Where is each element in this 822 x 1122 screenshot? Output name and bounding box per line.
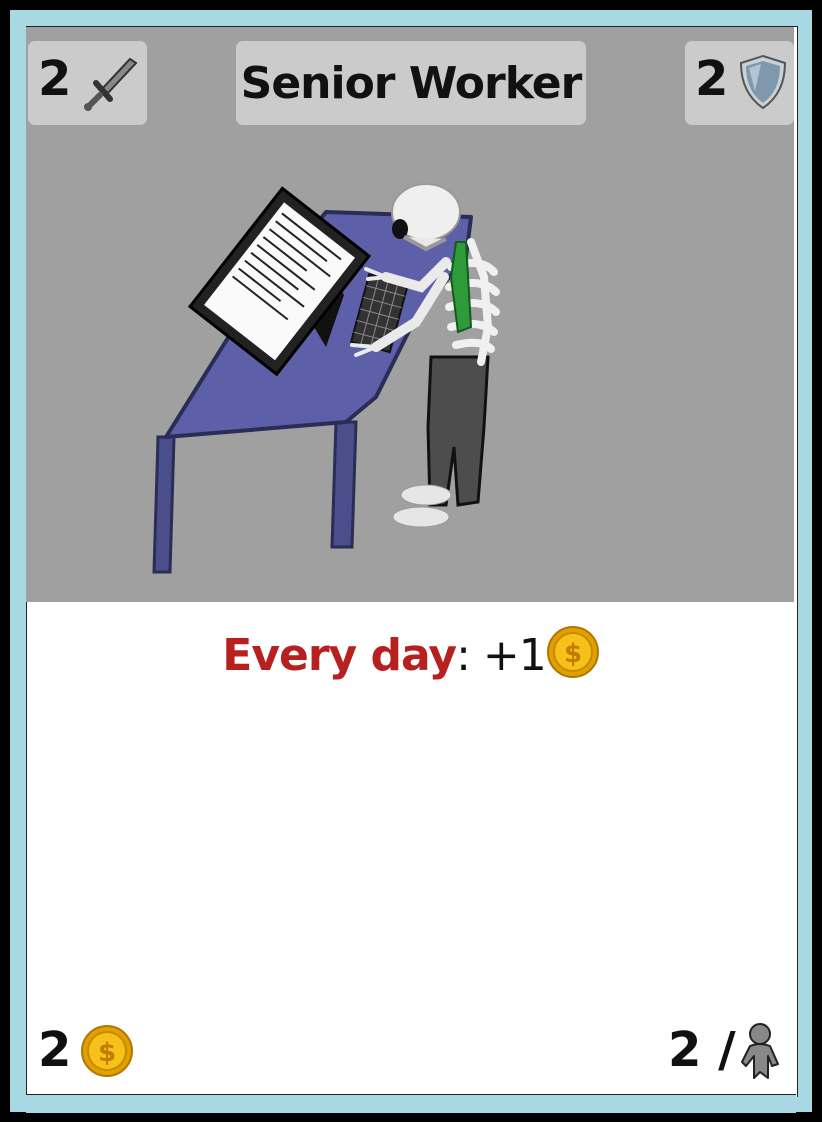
gold-coin-icon: $ [81, 1025, 133, 1077]
defense-value: 2 [695, 51, 729, 107]
card-bottom-border [26, 1094, 796, 1113]
ability-text: : +1 [456, 630, 547, 681]
person-icon [741, 1023, 779, 1079]
population-value: 2 / [668, 1022, 736, 1078]
svg-text:$: $ [564, 639, 582, 669]
cost-value: 2 [38, 1022, 72, 1078]
attack-stat: 2 [28, 41, 147, 125]
svg-text:$: $ [98, 1038, 116, 1068]
shield-icon [739, 54, 787, 110]
ability-keyword: Every day [222, 630, 457, 681]
gold-coin-icon: $ [546, 626, 599, 678]
card-title: Senior Worker [240, 57, 583, 109]
sword-icon [84, 57, 138, 111]
attack-value: 2 [38, 51, 72, 107]
card-title-plate: Senior Worker [236, 41, 586, 125]
defense-stat: 2 [685, 41, 794, 125]
card-ability: Every day: +1 $ [26, 626, 796, 681]
